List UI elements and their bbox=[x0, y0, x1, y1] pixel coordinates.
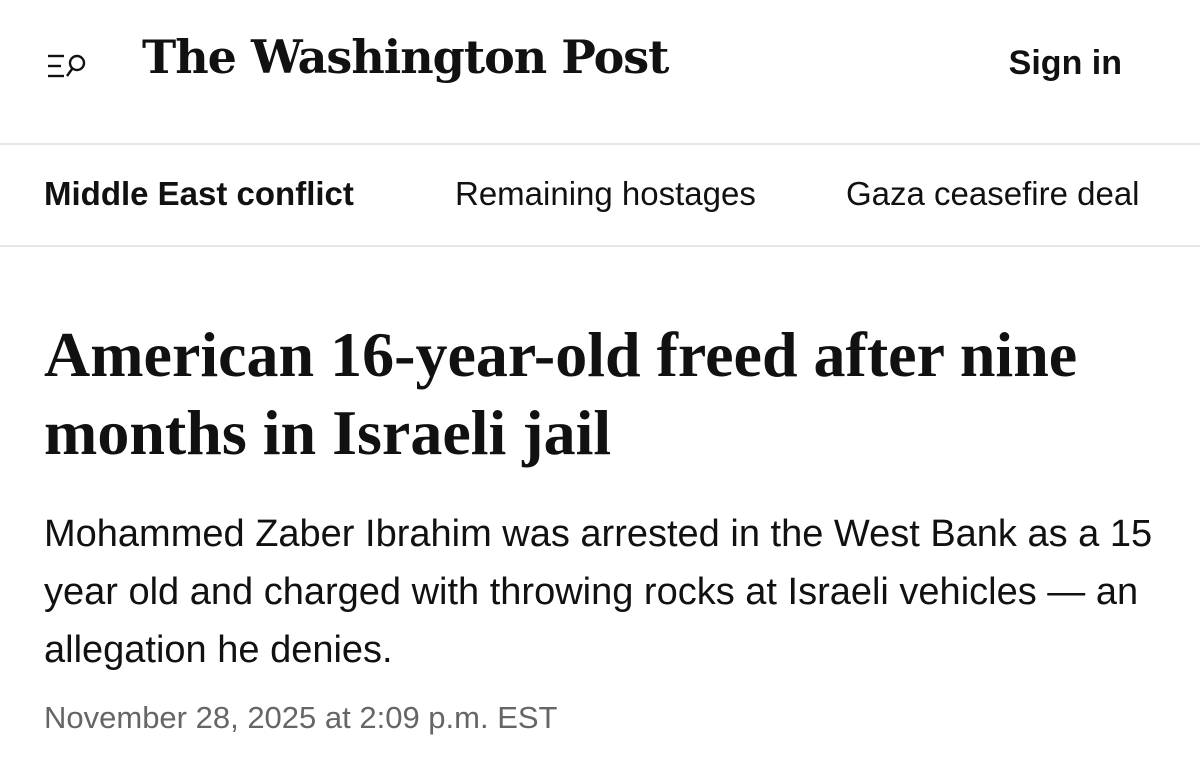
article-headline[interactable]: American 16-year-old freed after nine mo… bbox=[44, 316, 1164, 472]
site-header: The Washington Post Sign in bbox=[0, 0, 1200, 145]
sign-in-button[interactable]: Sign in bbox=[1009, 44, 1122, 83]
article-timestamp: November 28, 2025 at 2:09 p.m. EST bbox=[44, 700, 558, 735]
nav-item-remaining-hostages[interactable]: Remaining hostages bbox=[455, 175, 756, 213]
topic-nav: Middle East conflict Remaining hostages … bbox=[0, 145, 1200, 247]
masthead-logo[interactable]: The Washington Post bbox=[142, 30, 669, 84]
article-dek: Mohammed Zaber Ibrahim was arrested in t… bbox=[44, 513, 1153, 671]
nav-item-gaza-ceasefire-deal[interactable]: Gaza ceasefire deal bbox=[846, 175, 1140, 213]
nav-item-middle-east-conflict[interactable]: Middle East conflict bbox=[44, 175, 354, 213]
menu-search-icon[interactable] bbox=[46, 50, 92, 84]
